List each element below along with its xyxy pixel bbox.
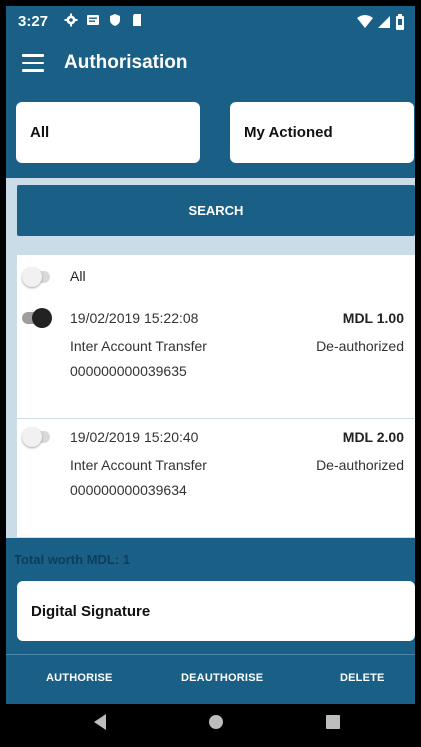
select-all-row: All — [17, 255, 415, 300]
digital-signature-field[interactable]: Digital Signature — [17, 581, 415, 641]
total-worth: Total worth MDL: 1 — [14, 552, 131, 567]
nav-bar — [6, 704, 415, 741]
status-bar: 3:27 — [6, 6, 415, 40]
item-datetime: 19/02/2019 15:22:08 — [70, 310, 199, 326]
status-icons — [64, 13, 144, 27]
item-type: Inter Account Transfer — [70, 338, 207, 354]
deauthorise-button[interactable]: DEAUTHORISE — [181, 672, 263, 684]
filter-actioned-select[interactable]: My Actioned — [230, 102, 414, 163]
item-status: De-authorized — [316, 457, 404, 473]
home-icon[interactable] — [209, 715, 223, 729]
bottom-panel: Total worth MDL: 1 Digital Signature AUT… — [6, 538, 415, 704]
item-amount: MDL 1.00 — [342, 310, 404, 326]
search-button[interactable]: SEARCH — [17, 185, 415, 236]
item-type: Inter Account Transfer — [70, 457, 207, 473]
item-amount: MDL 2.00 — [342, 429, 404, 445]
item-reference: 000000000039635 — [70, 363, 187, 379]
device-frame: 3:27 Authorisation All My Actioned SEARC… — [0, 0, 421, 747]
item-datetime: 19/02/2019 15:20:40 — [70, 429, 199, 445]
select-all-toggle[interactable] — [22, 267, 52, 287]
select-all-label: All — [70, 268, 86, 284]
recent-apps-icon[interactable] — [326, 715, 340, 729]
authorise-button[interactable]: AUTHORISE — [46, 672, 113, 684]
battery-icon — [396, 14, 404, 30]
message-icon — [87, 15, 99, 25]
back-icon[interactable] — [94, 714, 106, 730]
gear-icon — [64, 13, 78, 27]
item-status: De-authorized — [316, 338, 404, 354]
menu-icon[interactable] — [22, 54, 44, 72]
list-item[interactable]: 19/02/2019 15:20:40 MDL 2.00 Inter Accou… — [17, 419, 415, 538]
page-title: Authorisation — [64, 52, 188, 73]
transaction-list: All 19/02/2019 15:22:08 MDL 1.00 Inter A… — [17, 255, 415, 540]
sd-card-icon — [133, 14, 141, 26]
app-bar: Authorisation — [6, 40, 415, 90]
item-toggle[interactable] — [22, 308, 52, 328]
signal-icon — [378, 16, 390, 28]
status-right-icons — [357, 14, 405, 30]
delete-button[interactable]: DELETE — [340, 672, 385, 684]
status-time: 3:27 — [18, 13, 49, 30]
shield-icon — [110, 14, 120, 26]
item-reference: 000000000039634 — [70, 482, 187, 498]
action-bar: AUTHORISE DEAUTHORISE DELETE — [6, 655, 415, 704]
list-item[interactable]: 19/02/2019 15:22:08 MDL 1.00 Inter Accou… — [17, 300, 415, 419]
filter-all-select[interactable]: All — [16, 102, 200, 163]
item-toggle[interactable] — [22, 427, 52, 447]
filter-bar: All My Actioned — [6, 90, 415, 178]
wifi-icon — [357, 15, 373, 28]
